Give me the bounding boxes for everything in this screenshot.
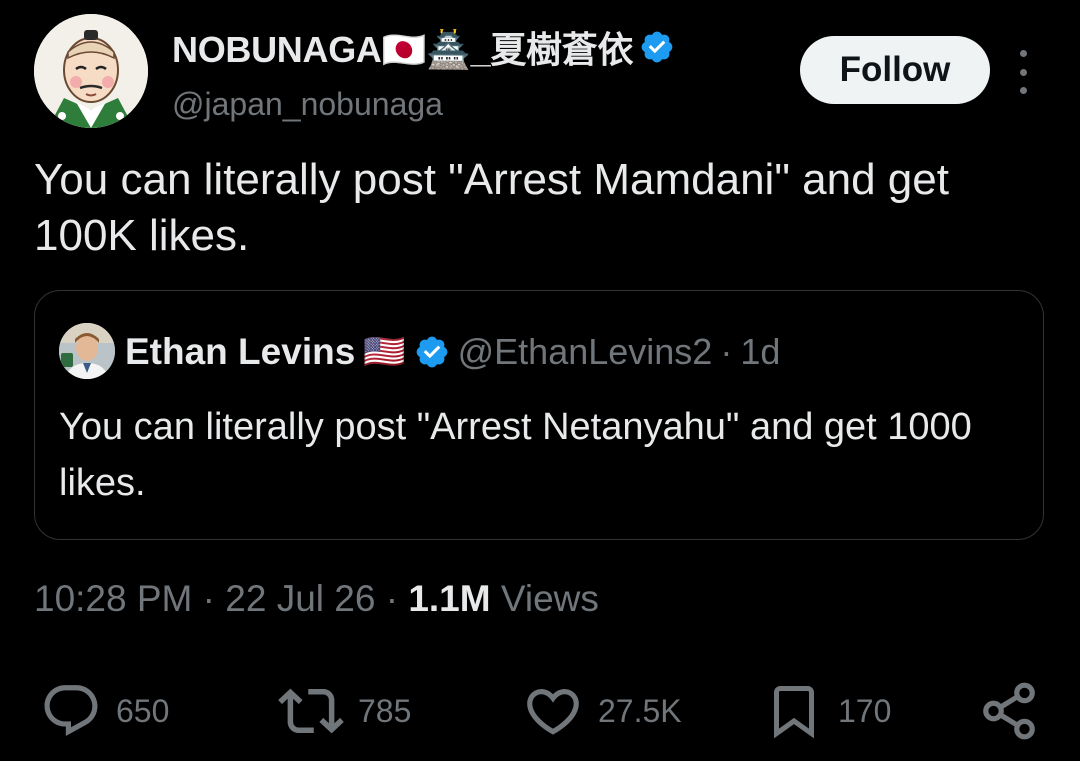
samurai-avatar-icon: [34, 14, 148, 128]
quoted-handle[interactable]: @EthanLevins2: [458, 331, 713, 373]
bookmark-button[interactable]: 170: [764, 676, 891, 746]
views-count: 1.1M: [408, 578, 491, 619]
verified-badge-icon: [639, 29, 675, 65]
share-button[interactable]: [978, 676, 1040, 746]
bookmark-icon: [764, 678, 824, 744]
quoted-header: Ethan Levins 🇺🇸 @EthanLevins2 · 1d: [125, 329, 780, 375]
tweet-text: You can literally post "Arrest Mamdani" …: [34, 155, 962, 260]
person-avatar-icon: [59, 323, 115, 379]
verified-badge-icon: [414, 334, 450, 370]
reply-button[interactable]: 650: [40, 676, 169, 746]
quoted-display-name[interactable]: Ethan Levins: [125, 331, 355, 373]
meta-separator: ·: [385, 578, 399, 619]
reply-icon: [40, 680, 102, 742]
repost-icon: [278, 678, 344, 744]
repost-button[interactable]: 785: [278, 676, 411, 746]
repost-count: 785: [358, 692, 412, 729]
reply-count: 650: [116, 692, 170, 729]
quoted-separator: ·: [720, 331, 733, 372]
author-name-row[interactable]: NOBUNAGA🇯🇵🏯_夏樹蒼依: [172, 24, 675, 70]
meta-separator: ·: [202, 578, 215, 619]
bookmark-count: 170: [838, 692, 892, 729]
author-avatar[interactable]: [34, 14, 148, 128]
quoted-tweet[interactable]: Ethan Levins 🇺🇸 @EthanLevins2 · 1d You c…: [34, 290, 1044, 540]
quoted-age[interactable]: 1d: [740, 331, 780, 373]
share-icon: [978, 680, 1040, 742]
follow-button[interactable]: Follow: [800, 36, 990, 104]
action-bar: 650 785 27.5K 170: [0, 676, 1080, 746]
tweet-time[interactable]: 10:28 PM: [34, 578, 192, 619]
more-options-icon[interactable]: [1008, 50, 1038, 94]
tweet-meta: 10:28 PM · 22 Jul 26 · 1.1M Views: [34, 578, 599, 620]
author-handle[interactable]: @japan_nobunaga: [172, 86, 443, 123]
quoted-text: You can literally post "Arrest Netanyahu…: [59, 406, 972, 504]
like-button[interactable]: 27.5K: [522, 676, 682, 746]
tweet-date[interactable]: 22 Jul 26: [225, 578, 375, 619]
quoted-author-avatar[interactable]: [59, 323, 115, 379]
tweet: NOBUNAGA🇯🇵🏯_夏樹蒼依 @japan_nobunaga Follow …: [0, 0, 1080, 761]
author-display-name[interactable]: NOBUNAGA🇯🇵🏯_夏樹蒼依: [172, 21, 633, 73]
quoted-flag: 🇺🇸: [363, 333, 406, 371]
views-label: Views: [500, 578, 599, 619]
heart-icon: [522, 680, 584, 742]
like-count: 27.5K: [598, 692, 682, 729]
